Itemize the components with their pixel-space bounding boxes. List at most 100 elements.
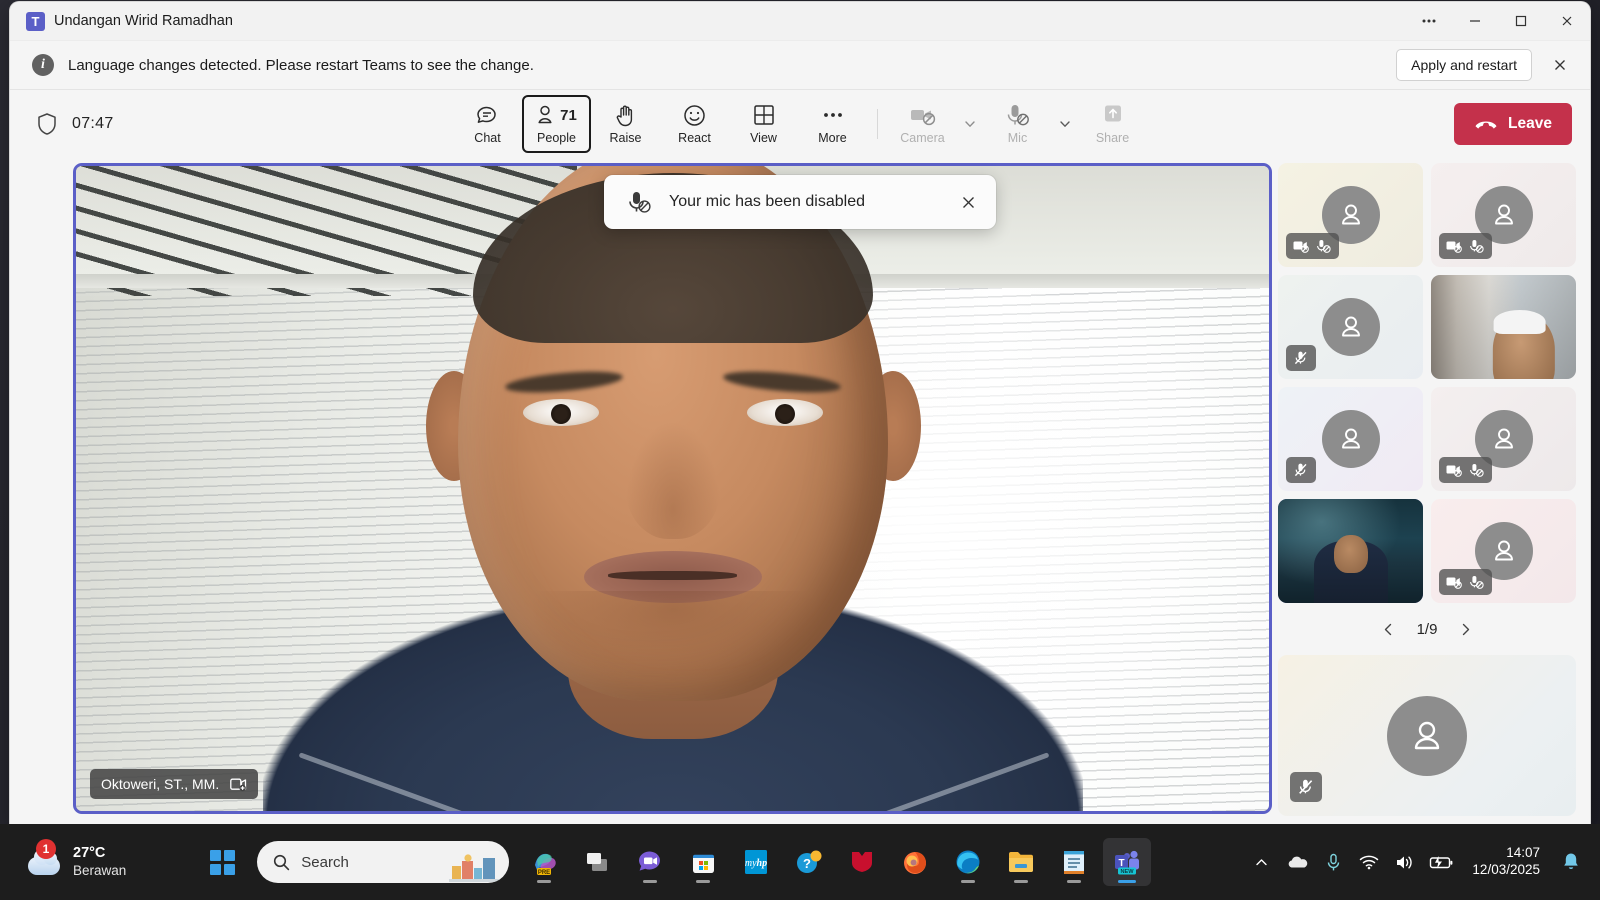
- notepad-icon[interactable]: [1050, 838, 1098, 886]
- bell-icon[interactable]: [1554, 840, 1588, 884]
- wifi-icon[interactable]: [1352, 840, 1386, 884]
- avatar: [1321, 298, 1380, 356]
- task-view-icon[interactable]: [573, 838, 621, 886]
- svg-text:?: ?: [803, 856, 811, 871]
- copilot-icon[interactable]: PRE: [520, 838, 568, 886]
- battery-charging-icon[interactable]: [1424, 840, 1458, 884]
- speaker-icon[interactable]: [1388, 840, 1422, 884]
- raise-label: Raise: [609, 131, 642, 145]
- raise-hand-button[interactable]: Raise: [591, 95, 660, 153]
- participant-tile-wide[interactable]: [1278, 655, 1576, 816]
- participant-video-stream: [1431, 275, 1576, 379]
- get-help-icon[interactable]: ?: [785, 838, 833, 886]
- participant-tile[interactable]: [1278, 163, 1423, 267]
- window-maximize-button[interactable]: [1498, 2, 1544, 41]
- teams-chat-icon[interactable]: [626, 838, 674, 886]
- window-close-button[interactable]: [1544, 2, 1590, 41]
- banner-message: Language changes detected. Please restar…: [68, 56, 534, 74]
- participant-tile[interactable]: [1431, 387, 1576, 491]
- chevron-right-icon[interactable]: [1451, 615, 1479, 643]
- status-badges: [1439, 457, 1492, 483]
- mic-label: Mic: [1007, 131, 1028, 145]
- chevron-up-icon[interactable]: [1244, 840, 1278, 884]
- avatar: [1321, 410, 1380, 468]
- search-illustration-icon: [449, 854, 504, 882]
- camera-chevron-down-icon[interactable]: [957, 102, 983, 146]
- participant-grid: [1278, 163, 1576, 603]
- toast-close-icon[interactable]: [952, 186, 984, 218]
- mic-button[interactable]: Mic: [983, 95, 1052, 153]
- avatar: [1387, 695, 1467, 776]
- weather-widget[interactable]: 1 27°C Berawan: [14, 834, 140, 890]
- mic-off-icon: [1469, 239, 1485, 254]
- taskbar-clock[interactable]: 14:07 12/03/2025: [1460, 845, 1552, 879]
- chat-button[interactable]: Chat: [453, 95, 522, 153]
- participant-tile[interactable]: [1431, 499, 1576, 603]
- participant-tile-active-speaker[interactable]: [1278, 499, 1423, 603]
- share-label: Share: [1095, 131, 1130, 145]
- participant-tile[interactable]: [1431, 275, 1576, 379]
- participant-tile[interactable]: [1278, 275, 1423, 379]
- camera-off-icon: [1446, 239, 1463, 253]
- mic-off-icon: [1469, 463, 1485, 478]
- react-button[interactable]: React: [660, 95, 729, 153]
- system-tray: 14:07 12/03/2025: [1244, 840, 1600, 884]
- share-button[interactable]: Share: [1078, 95, 1147, 153]
- file-explorer-icon[interactable]: [997, 838, 1045, 886]
- status-badges: [1439, 569, 1492, 595]
- participant-tile[interactable]: [1431, 163, 1576, 267]
- camera-off-icon: [1446, 463, 1463, 477]
- microsoft-store-icon[interactable]: [679, 838, 727, 886]
- window-more-button[interactable]: [1406, 2, 1452, 41]
- status-badges: [1286, 233, 1339, 259]
- search-input[interactable]: Search: [257, 841, 510, 883]
- meeting-timer-group: 07:47: [36, 112, 114, 136]
- desktop: Undangan Wirid Ramadhan i Language chang…: [0, 0, 1600, 900]
- meeting-stage: Oktoweri, ST., MM. Your mic has been dis…: [10, 157, 1590, 824]
- windows-taskbar: 1 27°C Berawan Search PRE myhp ? T NEW 1…: [0, 824, 1600, 900]
- language-change-banner: i Language changes detected. Please rest…: [10, 41, 1590, 90]
- share-up-icon: [1100, 102, 1126, 128]
- teams-meeting-window: Undangan Wirid Ramadhan i Language chang…: [10, 2, 1590, 824]
- firefox-icon[interactable]: [891, 838, 939, 886]
- apply-and-restart-button[interactable]: Apply and restart: [1396, 49, 1532, 81]
- people-button[interactable]: 71 People: [522, 94, 591, 153]
- microphone-icon[interactable]: [1316, 840, 1350, 884]
- leave-button[interactable]: Leave: [1454, 102, 1572, 145]
- svg-text:NEW: NEW: [1121, 869, 1135, 875]
- clock-time: 14:07: [1506, 845, 1540, 861]
- camera-off-icon: [909, 102, 937, 128]
- start-button[interactable]: [198, 838, 246, 886]
- teams-new-icon[interactable]: T NEW: [1103, 838, 1152, 886]
- page-indicator: 1/9: [1416, 620, 1438, 638]
- meeting-timer: 07:47: [72, 114, 114, 132]
- mcafee-icon[interactable]: [838, 838, 886, 886]
- toast-message: Your mic has been disabled: [669, 193, 865, 210]
- leave-label: Leave: [1508, 114, 1552, 132]
- chevron-left-icon[interactable]: [1375, 615, 1403, 643]
- participant-tile[interactable]: [1278, 387, 1423, 491]
- hangup-icon: [1474, 117, 1498, 131]
- main-video-tile[interactable]: Oktoweri, ST., MM.: [73, 163, 1272, 814]
- more-button[interactable]: More: [798, 95, 867, 153]
- svg-text:myhp: myhp: [745, 858, 767, 869]
- grid-icon: [752, 102, 776, 128]
- onedrive-cloud-icon[interactable]: [1280, 840, 1314, 884]
- view-button[interactable]: View: [729, 95, 798, 153]
- status-badges: [1286, 457, 1316, 483]
- windows-logo-icon: [209, 849, 235, 875]
- status-badges: [1286, 345, 1316, 371]
- mic-chevron-down-icon[interactable]: [1052, 102, 1078, 146]
- meeting-toolbar: 07:47 Chat 71 People Raise React View Mo…: [10, 90, 1590, 157]
- participant-video-stream: [1278, 499, 1423, 603]
- window-minimize-button[interactable]: [1452, 2, 1498, 41]
- participant-filmstrip: 1/9: [1276, 161, 1582, 816]
- myhp-icon[interactable]: myhp: [732, 838, 780, 886]
- main-video-stream: [76, 166, 1269, 811]
- edge-icon[interactable]: [944, 838, 992, 886]
- banner-close-icon[interactable]: [1544, 49, 1576, 81]
- react-label: React: [678, 131, 711, 145]
- camera-button[interactable]: Camera: [888, 95, 957, 153]
- smiley-icon: [682, 102, 707, 128]
- camera-off-icon: [1293, 239, 1310, 253]
